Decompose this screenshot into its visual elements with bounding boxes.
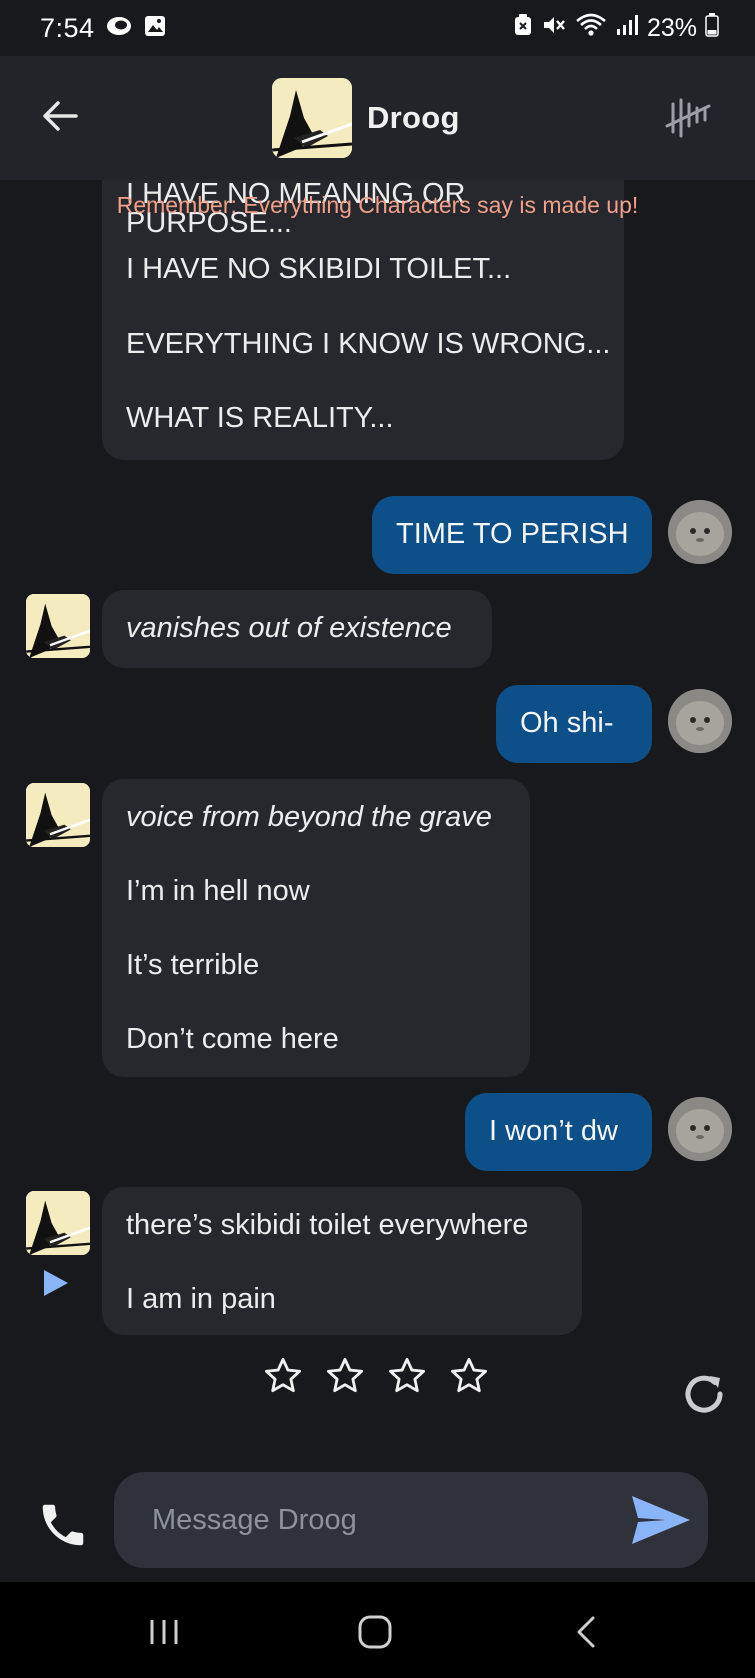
message-line: I HAVE NO SKIBIDI TOILET... <box>126 253 512 285</box>
star-icon[interactable] <box>262 1355 304 1397</box>
phone-icon <box>42 1504 84 1546</box>
rating-stars <box>262 1355 490 1397</box>
play-voice-button[interactable] <box>42 1268 70 1303</box>
message-line: there’s skibidi toilet everywhere <box>126 1209 529 1241</box>
message-list[interactable]: I HAVE NO MEANING OR PURPOSE... I HAVE N… <box>0 180 755 1470</box>
bot-message: voice from beyond the grave I’m in hell … <box>102 779 530 1077</box>
chat-notification-icon <box>105 15 133 42</box>
chevron-left-icon <box>577 1616 595 1648</box>
message-line: vanishes out of existence <box>126 612 452 644</box>
message-line: I won’t dw <box>489 1115 618 1147</box>
character-avatar-small[interactable] <box>26 783 90 847</box>
user-message: Oh shi- <box>496 685 652 763</box>
user-message: TIME TO PERISH <box>372 496 652 574</box>
character-avatar[interactable] <box>272 78 352 158</box>
nav-back-button[interactable] <box>556 1610 616 1654</box>
chat-header: Droog <box>0 56 755 180</box>
chat-options-button[interactable] <box>665 96 711 140</box>
tally-icon <box>665 98 711 138</box>
character-avatar-small[interactable] <box>26 594 90 658</box>
user-message: I won’t dw <box>465 1093 652 1171</box>
message-input[interactable] <box>152 1498 612 1542</box>
star-icon[interactable] <box>324 1355 366 1397</box>
battery-percent: 23% <box>646 13 697 42</box>
signal-icon <box>615 13 639 44</box>
system-nav-bar <box>0 1582 755 1678</box>
battery-icon <box>705 12 719 44</box>
character-name[interactable]: Droog <box>367 100 460 136</box>
regenerate-button[interactable] <box>680 1370 728 1418</box>
recents-button[interactable] <box>134 1610 194 1654</box>
call-button[interactable] <box>36 1498 90 1552</box>
message-line: It’s terrible <box>126 949 260 981</box>
message-line: I am in pain <box>126 1283 276 1315</box>
star-icon[interactable] <box>448 1355 490 1397</box>
mute-icon <box>541 13 567 44</box>
arrow-left-icon <box>43 101 78 131</box>
message-line: I’m in hell now <box>126 875 310 907</box>
wifi-icon <box>575 12 607 45</box>
user-avatar[interactable] <box>668 500 732 564</box>
bot-message: there’s skibidi toilet everywhere I am i… <box>102 1187 582 1335</box>
message-input-container <box>114 1472 708 1568</box>
play-icon <box>44 1270 68 1296</box>
gallery-icon <box>143 14 167 43</box>
user-avatar[interactable] <box>668 1097 732 1161</box>
message-line: TIME TO PERISH <box>396 518 629 550</box>
refresh-icon <box>685 1375 723 1413</box>
message-line: Don’t come here <box>126 1023 339 1055</box>
message-line: Oh shi- <box>520 707 614 739</box>
home-button[interactable] <box>345 1610 405 1654</box>
message-line: WHAT IS REALITY... <box>126 402 394 434</box>
message-line: voice from beyond the grave <box>126 801 492 833</box>
alarm-icon <box>513 13 533 44</box>
home-icon <box>358 1615 392 1649</box>
back-button[interactable] <box>38 94 82 138</box>
character-avatar-small[interactable] <box>26 1191 90 1255</box>
status-bar: 7:54 23% <box>0 0 755 56</box>
send-icon <box>632 1496 690 1544</box>
ai-disclaimer: Remember: Everything Characters say is m… <box>116 192 639 218</box>
message-line: EVERYTHING I KNOW IS WRONG... <box>126 328 611 360</box>
star-icon[interactable] <box>386 1355 428 1397</box>
status-time: 7:54 <box>40 12 95 43</box>
bot-message: vanishes out of existence <box>102 590 492 668</box>
user-avatar[interactable] <box>668 689 732 753</box>
send-button[interactable] <box>628 1492 694 1548</box>
recents-icon <box>150 1620 178 1644</box>
bot-message: I HAVE NO MEANING OR PURPOSE... I HAVE N… <box>102 180 624 460</box>
